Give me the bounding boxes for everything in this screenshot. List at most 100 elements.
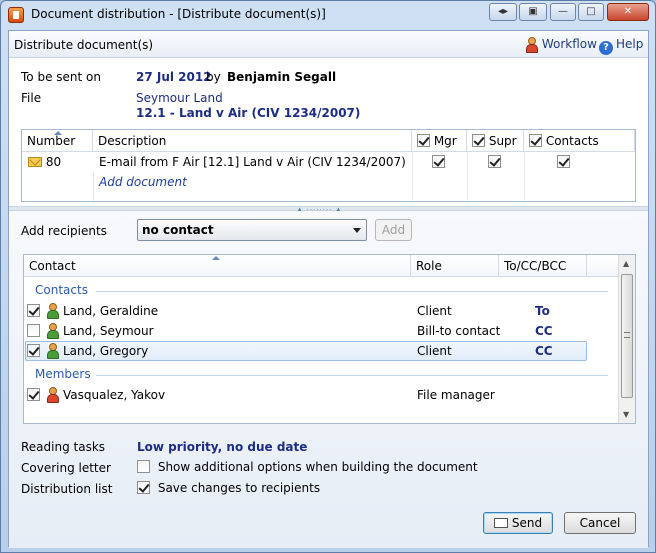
help-label: Help xyxy=(616,37,644,51)
supr-label: Supr xyxy=(488,134,517,148)
recipient-role: File manager xyxy=(417,388,495,402)
contact-person-icon xyxy=(45,343,59,359)
chevron-down-icon xyxy=(353,228,361,233)
recipients-header: Contact Role To/CC/BCC xyxy=(24,255,618,277)
contacts-checkbox[interactable] xyxy=(557,155,570,169)
document-description: E-mail from F Air [12.1] Land v Air (CIV… xyxy=(99,155,409,169)
recipient-checkbox[interactable] xyxy=(27,388,40,401)
contact-person-icon xyxy=(45,303,59,319)
mgr-checkbox[interactable] xyxy=(432,155,445,169)
send-date[interactable]: 27 Jul 2012 xyxy=(136,70,212,84)
to-be-sent-label: To be sent on xyxy=(21,70,101,84)
help-link[interactable]: ? Help xyxy=(599,37,643,55)
document-number: 80 xyxy=(45,155,62,169)
documents-table: Number Description Mgr Supr Contacts 80 … xyxy=(21,129,636,202)
workflow-icon xyxy=(524,37,538,53)
restore-layout-button[interactable]: ◂▸ xyxy=(489,3,517,21)
supr-checkbox[interactable] xyxy=(488,155,501,169)
by-label: by xyxy=(206,70,221,84)
send-button[interactable]: Send xyxy=(483,512,553,534)
covering-letter-option[interactable]: Show additional options when building th… xyxy=(137,460,478,474)
group-divider xyxy=(96,291,608,292)
window-title: Document distribution - [Distribute docu… xyxy=(31,7,326,21)
recipient-role: Client xyxy=(417,344,452,358)
recipients-scrollbar[interactable]: ▲ ▼ xyxy=(618,255,635,423)
maximize-button[interactable]: □ xyxy=(578,3,604,21)
app-icon xyxy=(8,7,24,23)
add-document-link[interactable]: Add document xyxy=(99,175,187,189)
recipient-checkbox[interactable] xyxy=(27,324,40,337)
recipient-name: Land, Seymour xyxy=(63,324,154,338)
distribution-list-option-label: Save changes to recipients xyxy=(157,481,321,495)
add-recipients-label: Add recipients xyxy=(21,224,107,238)
member-person-icon xyxy=(45,387,59,403)
column-contact[interactable]: Contact xyxy=(24,255,411,277)
recipient-checkbox[interactable] xyxy=(27,304,40,317)
close-button[interactable]: ✕ xyxy=(607,3,649,21)
send-label: Send xyxy=(511,516,543,530)
add-button[interactable]: Add xyxy=(375,219,412,241)
supr-all-checkbox[interactable] xyxy=(472,134,485,147)
minimize-button[interactable]: — xyxy=(550,3,576,21)
title-bar: Document distribution - [Distribute docu… xyxy=(1,1,655,29)
document-number-cell: 80 xyxy=(28,155,61,169)
mgr-label: Mgr xyxy=(433,134,457,148)
documents-header: Number Description Mgr Supr Contacts xyxy=(22,130,635,152)
column-number[interactable]: Number xyxy=(22,130,93,152)
dialog-window: Document distribution - [Distribute docu… xyxy=(0,0,656,553)
mgr-all-checkbox[interactable] xyxy=(417,134,430,147)
contacts-label: Contacts xyxy=(545,134,599,148)
recipient-row[interactable]: Vasqualez, Yakov File manager xyxy=(25,385,587,405)
cancel-button[interactable]: Cancel xyxy=(564,512,636,534)
contact-dropdown-value: no contact xyxy=(142,223,214,237)
distribution-list-option[interactable]: Save changes to recipients xyxy=(137,481,320,495)
file-label: File xyxy=(21,91,42,105)
reading-tasks-link[interactable]: Low priority, no due date xyxy=(137,440,307,454)
column-mgr[interactable]: Mgr xyxy=(412,130,467,152)
recipient-row-selected[interactable]: Land, Gregory Client CC xyxy=(25,341,587,361)
file-client-link[interactable]: Seymour Land xyxy=(136,91,223,105)
group-divider xyxy=(96,375,608,376)
column-to-cc-bcc[interactable]: To/CC/BCC xyxy=(499,255,587,277)
column-role[interactable]: Role xyxy=(411,255,499,277)
table-row[interactable]: 80 E-mail from F Air [12.1] Land v Air (… xyxy=(22,152,635,172)
recipient-checkbox[interactable] xyxy=(27,344,40,357)
column-description[interactable]: Description xyxy=(93,130,412,152)
covering-letter-checkbox[interactable] xyxy=(137,460,150,473)
covering-letter-label: Covering letter xyxy=(21,461,111,475)
recipient-name: Vasqualez, Yakov xyxy=(63,388,166,402)
group-members-label: Members xyxy=(35,367,91,381)
contacts-all-checkbox[interactable] xyxy=(529,134,542,147)
column-supr[interactable]: Supr xyxy=(467,130,524,152)
header-bar: Distribute document(s) Workflow ? Help xyxy=(9,31,648,58)
recipient-name: Land, Geraldine xyxy=(63,304,159,318)
page-icon-button[interactable]: ▣ xyxy=(519,3,547,21)
help-icon: ? xyxy=(599,41,613,55)
recipient-row[interactable]: Land, Seymour Bill-to contact CC xyxy=(25,321,587,341)
contact-person-icon xyxy=(45,323,59,339)
scroll-down-icon[interactable]: ▼ xyxy=(623,410,629,419)
scroll-up-icon[interactable]: ▲ xyxy=(623,259,629,268)
recipient-row[interactable]: Land, Geraldine Client To xyxy=(25,301,587,321)
contact-dropdown[interactable]: no contact xyxy=(137,219,367,241)
group-contacts-label: Contacts xyxy=(35,283,88,297)
recipient-type[interactable]: CC xyxy=(535,344,553,358)
distribution-list-checkbox[interactable] xyxy=(137,481,150,494)
author-name: Benjamin Segall xyxy=(227,70,337,84)
covering-letter-option-label: Show additional options when building th… xyxy=(157,460,478,474)
recipients-table: Contact Role To/CC/BCC Contacts Land, Ge… xyxy=(23,254,636,424)
recipient-type[interactable]: To xyxy=(535,304,550,318)
dialog-body: Distribute document(s) Workflow ? Help To… xyxy=(8,30,649,548)
email-icon xyxy=(28,157,42,167)
recipient-role: Bill-to contact xyxy=(417,324,501,338)
reading-tasks-label: Reading tasks xyxy=(21,440,106,454)
lower-panel: Add recipients no contact Add Contact Ro… xyxy=(9,211,648,548)
recipient-type[interactable]: CC xyxy=(535,324,553,338)
recipient-name: Land, Gregory xyxy=(63,344,149,358)
column-contacts[interactable]: Contacts xyxy=(524,130,635,152)
scrollbar-thumb[interactable] xyxy=(621,274,633,398)
send-icon xyxy=(493,518,508,528)
workflow-label: Workflow xyxy=(541,37,597,51)
workflow-link[interactable]: Workflow xyxy=(524,37,597,53)
file-matter-link[interactable]: 12.1 - Land v Air (CIV 1234/2007) xyxy=(136,106,360,120)
